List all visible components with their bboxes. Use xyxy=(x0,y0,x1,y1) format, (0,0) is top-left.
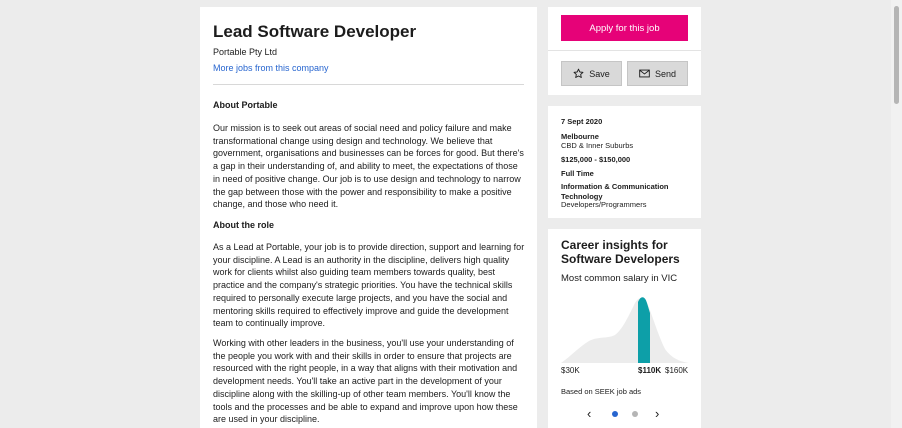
apply-button[interactable]: Apply for this job xyxy=(561,15,688,41)
sub-classification: Developers/Programmers xyxy=(561,200,647,209)
job-details-panel: Lead Software Developer Portable Pty Ltd… xyxy=(200,7,537,428)
insights-title: Career insights for Software Developers xyxy=(561,238,680,266)
divider xyxy=(548,50,701,51)
job-actions-panel: Apply for this job Save Send xyxy=(548,7,701,95)
scrollbar-thumb[interactable] xyxy=(894,6,899,104)
save-button[interactable]: Save xyxy=(561,61,622,86)
send-label: Send xyxy=(654,68,677,79)
common-salary-label: $110K xyxy=(638,366,662,375)
carousel-dot[interactable] xyxy=(632,411,638,417)
listing-date: 7 Sept 2020 xyxy=(561,117,603,126)
send-button[interactable]: Send xyxy=(627,61,688,86)
save-label: Save xyxy=(589,68,610,79)
carousel-prev-icon[interactable]: ‹ xyxy=(587,406,591,421)
company-name: Portable Pty Ltd xyxy=(213,47,278,57)
page-scrollbar[interactable] xyxy=(891,0,902,428)
common-salary-band xyxy=(638,297,650,363)
salary: $125,000 - $150,000 xyxy=(561,155,631,164)
job-summary-panel: 7 Sept 2020 Melbourne CBD & Inner Suburb… xyxy=(548,106,701,218)
classification: Information & Communication Technology xyxy=(561,182,669,201)
job-title: Lead Software Developer xyxy=(213,22,417,41)
insights-basis: Based on SEEK job ads xyxy=(561,387,642,396)
more-jobs-link[interactable]: More jobs from this company xyxy=(213,63,329,73)
role-paragraph-1: As a Lead at Portable, your job is to pr… xyxy=(213,242,525,329)
divider xyxy=(213,84,524,85)
area: CBD & Inner Suburbs xyxy=(561,141,634,150)
section-heading-about: About Portable xyxy=(213,100,278,110)
career-insights-panel: Career insights for Software Developers … xyxy=(548,229,701,428)
salary-distribution-chart xyxy=(561,297,689,363)
insights-subtitle: Most common salary in VIC xyxy=(561,273,678,284)
work-type: Full Time xyxy=(561,169,594,178)
about-paragraph: Our mission is to seek out areas of soci… xyxy=(213,123,524,210)
section-heading-role: About the role xyxy=(213,220,274,230)
carousel-next-icon[interactable]: › xyxy=(655,406,659,421)
min-salary-label: $30K xyxy=(561,366,580,375)
salary-distribution-area xyxy=(561,297,689,363)
max-salary-label: $160K xyxy=(665,366,689,375)
star-icon xyxy=(573,68,584,79)
role-paragraph-2: Working with other leaders in the busine… xyxy=(213,338,518,425)
carousel-dot-active[interactable] xyxy=(612,411,618,417)
mail-icon xyxy=(639,69,650,78)
